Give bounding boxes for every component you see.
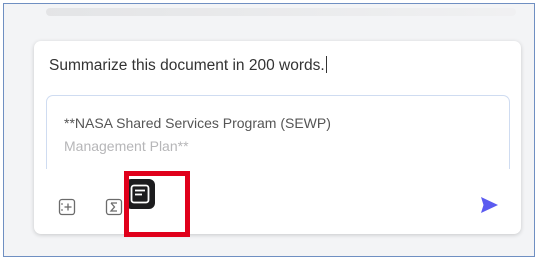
summary-sigma-icon	[105, 198, 123, 216]
background-text	[46, 8, 516, 16]
attached-document-preview[interactable]: **NASA Shared Services Program (SEWP) Ma…	[46, 95, 510, 169]
chat-composer: Summarize this document in 200 words. **…	[34, 41, 521, 234]
add-to-context-icon	[58, 198, 76, 216]
summarize-button[interactable]	[104, 197, 124, 217]
prompt-input[interactable]: Summarize this document in 200 words.	[49, 56, 509, 75]
screenshot-frame: Summarize this document in 200 words. **…	[3, 3, 535, 257]
send-icon	[481, 197, 498, 213]
document-subtitle: Management Plan**	[64, 138, 189, 154]
highlight-box	[124, 171, 190, 237]
prompt-text: Summarize this document in 200 words.	[49, 57, 325, 74]
document-title: **NASA Shared Services Program (SEWP)	[64, 115, 331, 131]
add-to-context-button[interactable]	[57, 197, 77, 217]
text-caret	[325, 56, 327, 73]
send-button[interactable]	[476, 192, 502, 218]
